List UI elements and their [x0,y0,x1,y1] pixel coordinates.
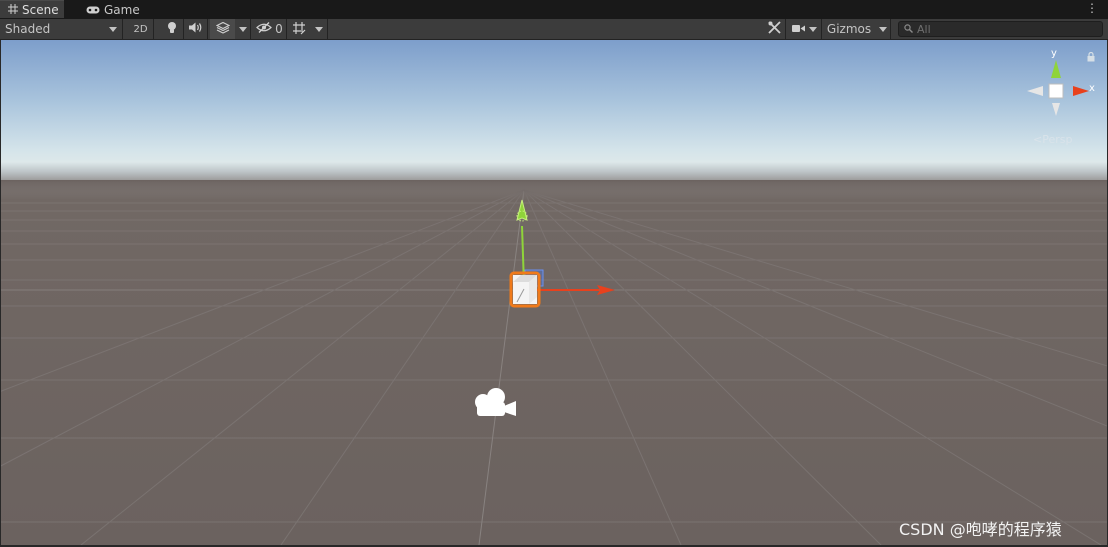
gizmos-toggle-button[interactable]: Gizmos [823,19,875,39]
grid-snap-icon [292,21,306,38]
effects-dropdown-button[interactable] [235,19,251,39]
camera-icon [475,388,516,416]
lock-icon[interactable] [1087,51,1095,65]
tab-scene-label: Scene [22,2,59,17]
gizmo-axis-y-label[interactable]: y [1051,48,1057,59]
tab-scene[interactable]: Scene [0,0,64,18]
lightbulb-icon [167,21,177,37]
scene-camera-dropdown[interactable] [788,19,822,39]
audio-toggle-button[interactable] [184,19,208,39]
chevron-down-icon [809,26,817,32]
tools-icon [768,21,781,37]
tab-game-label: Game [104,2,140,17]
window-tab-bar: Scene Game ⋮ [0,0,1108,19]
gizmos-dropdown-button[interactable] [875,19,891,39]
chevron-down-icon [109,26,117,32]
chevron-down-icon [314,26,323,32]
layers-effects-icon [215,21,230,37]
scene-viewport[interactable]: y x <Persp CSDN @咆哮的程序猿 [1,40,1107,545]
tab-game[interactable]: Game [78,0,148,19]
toggle-2d-button[interactable]: 2D [128,19,154,39]
hierarchy-search-input[interactable]: All [898,21,1103,37]
search-placeholder: All [917,22,931,36]
search-icon [904,23,913,36]
watermark-text: CSDN @咆哮的程序猿 [899,520,1062,539]
projection-toggle-label[interactable]: <Persp [1033,133,1072,146]
gizmo-axis-x-label[interactable]: x [1089,83,1095,94]
chevron-down-icon [238,26,247,32]
tab-options-menu-button[interactable]: ⋮ [1086,1,1098,15]
grid-icon [8,3,18,17]
grid-toggle-button[interactable] [288,19,310,39]
selected-cube [509,271,541,308]
scene-render [1,60,1107,545]
lighting-toggle-button[interactable] [160,19,184,39]
hidden-objects-count: 0 [275,22,283,36]
effects-toggle-button[interactable] [210,19,235,39]
scene-visibility-toggle[interactable]: 0 [253,19,287,39]
shading-mode-dropdown[interactable]: Shaded [0,19,123,39]
chevron-down-icon [878,26,887,32]
shading-mode-label: Shaded [5,22,51,36]
gamepad-icon [86,3,100,17]
editor-tools-button[interactable] [764,19,786,39]
eye-hidden-icon [256,22,273,36]
speaker-icon [189,22,202,36]
ground-grid [1,189,1107,545]
grid-dropdown-button[interactable] [310,19,328,39]
video-camera-icon [792,22,805,36]
orientation-gizmo [1027,60,1089,116]
